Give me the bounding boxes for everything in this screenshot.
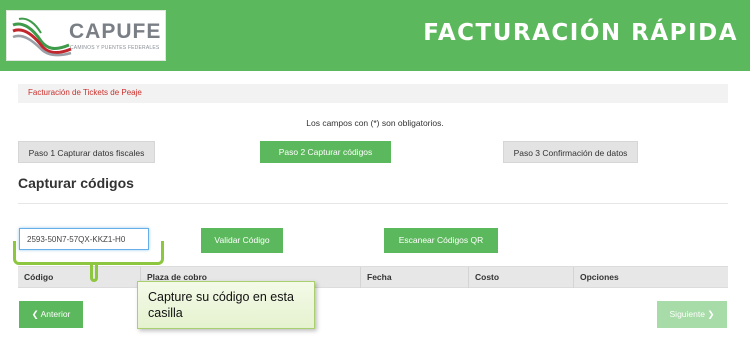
header-bar: CAPUFE CAMINOS Y PUENTES FEDERALES FACTU… — [0, 0, 750, 71]
capufe-logo-mark-icon — [12, 17, 72, 57]
step-3-tab[interactable]: Paso 3 Confirmación de datos — [503, 141, 638, 163]
column-header-codigo: Código — [24, 272, 54, 282]
chevron-right-icon: ❯ — [707, 309, 715, 319]
column-header-costo: Costo — [468, 267, 573, 288]
column-header-opciones: Opciones — [573, 267, 728, 288]
next-button[interactable]: Siguiente ❯ — [657, 301, 727, 328]
validate-code-button[interactable]: Validar Código — [201, 228, 283, 253]
callout-note: Capture su código en esta casilla — [137, 281, 315, 329]
previous-button[interactable]: ❮ Anterior — [19, 301, 83, 328]
brand-subtitle: CAMINOS Y PUENTES FEDERALES — [70, 45, 160, 51]
page-title: FACTURACIÓN RÁPIDA — [423, 20, 738, 46]
section-title: Capturar códigos — [18, 175, 134, 191]
step-1-tab[interactable]: Paso 1 Capturar datos fiscales — [18, 141, 155, 163]
capufe-logo[interactable]: CAPUFE CAMINOS Y PUENTES FEDERALES — [6, 10, 166, 61]
next-button-label: Siguiente — [669, 309, 705, 319]
breadcrumb-label[interactable]: Facturación de Tickets de Peaje — [28, 88, 142, 97]
breadcrumb: Facturación de Tickets de Peaje — [18, 84, 728, 103]
scan-qr-button[interactable]: Escanear Códigos QR — [384, 228, 498, 253]
callout-bracket-stem — [90, 262, 98, 282]
brand-name: CAPUFE — [69, 20, 162, 43]
callout-bracket — [13, 241, 164, 265]
codes-table-header: Código Plaza de cobro Fecha Costo Opcion… — [18, 266, 728, 288]
column-header-fecha: Fecha — [360, 267, 468, 288]
previous-button-label: Anterior — [40, 309, 71, 319]
page: CAPUFE CAMINOS Y PUENTES FEDERALES FACTU… — [0, 0, 750, 364]
step-2-tab[interactable]: Paso 2 Capturar códigos — [260, 141, 391, 163]
chevron-left-icon: ❮ — [31, 309, 39, 319]
section-divider — [18, 203, 728, 204]
required-fields-note: Los campos con (*) son obligatorios. — [306, 118, 444, 128]
